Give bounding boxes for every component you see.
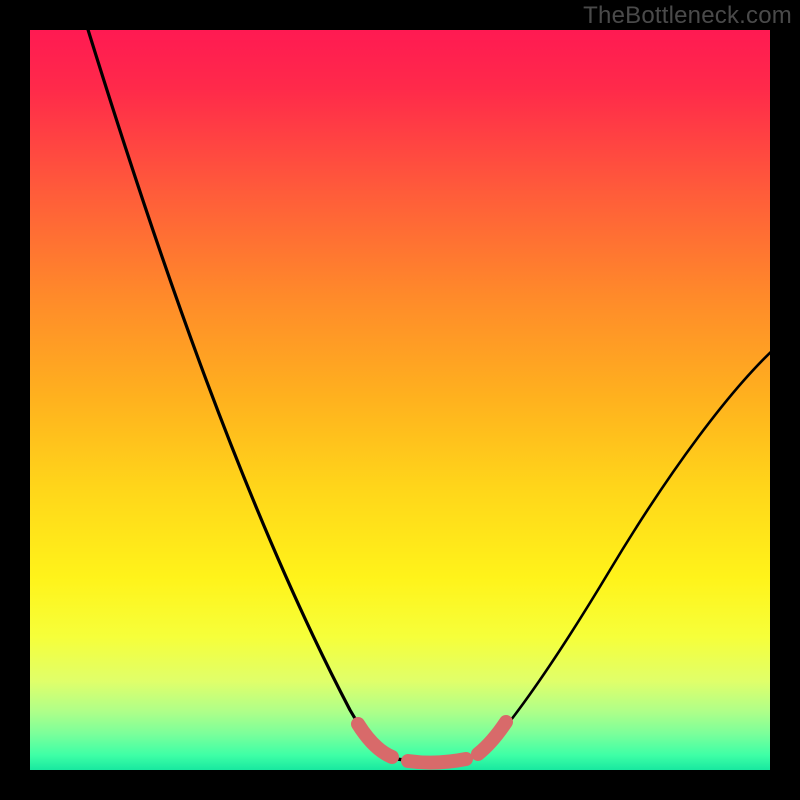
brand-watermark: TheBottleneck.com xyxy=(583,2,792,30)
curve-layer xyxy=(30,30,770,770)
optimal-highlight-middle xyxy=(408,759,466,763)
bottleneck-curve-left xyxy=(85,30,390,758)
optimal-highlight-left xyxy=(358,724,392,757)
chart-frame: TheBottleneck.com xyxy=(0,0,800,800)
optimal-highlight-right xyxy=(478,722,506,754)
bottleneck-curve-right xyxy=(478,348,770,756)
plot-area xyxy=(30,30,770,770)
